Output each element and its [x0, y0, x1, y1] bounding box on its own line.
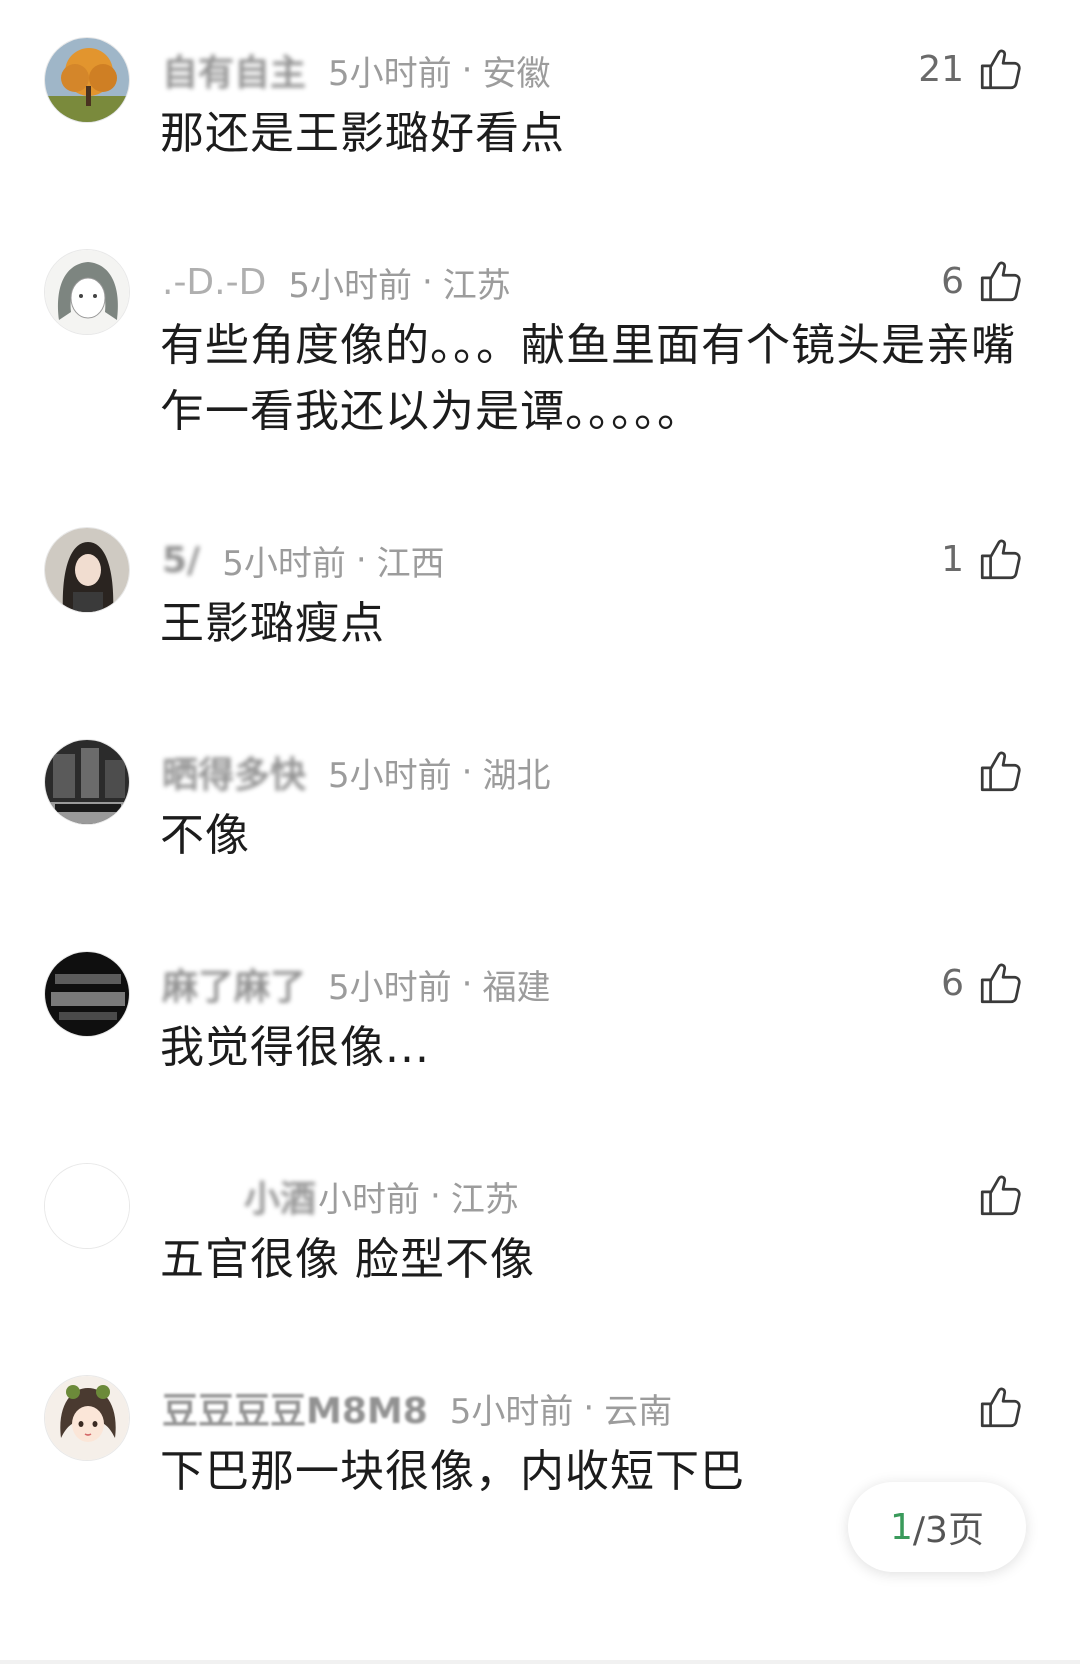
user-avatar[interactable]	[44, 951, 130, 1037]
blank-avatar-image	[45, 1164, 129, 1248]
separator-dot: ·	[421, 262, 433, 302]
comment-list: 自有自主 5小时前 · 安徽 21 那还是王影璐好看点 .-D.-D 5小时前 …	[0, 0, 1080, 1664]
username[interactable]: 5/	[162, 540, 200, 581]
comment-text: 我觉得很像...	[160, 1022, 430, 1073]
user-avatar[interactable]	[44, 37, 130, 123]
comment-text: 不像	[160, 810, 250, 861]
page-indicator[interactable]: 1/3页	[848, 1482, 1026, 1572]
comment-meta: 麻了麻了 5小时前 · 福建	[162, 959, 550, 1009]
separator-dot: ·	[461, 50, 473, 90]
comment-location: 云南	[604, 1391, 673, 1432]
comment-text: 那还是王影璐好看点	[160, 108, 565, 159]
comment-meta: .-D.-D 5小时前 · 江苏	[162, 257, 511, 307]
pager-current: 1	[890, 1506, 913, 1548]
comment-time: 5小时前	[449, 1391, 574, 1432]
text-logo-avatar-image	[45, 952, 129, 1036]
comment-meta: 自有自主 5小时前 · 安徽	[162, 45, 550, 95]
like-button[interactable]: 21	[918, 39, 1026, 99]
like-button[interactable]	[964, 741, 1026, 801]
like-button[interactable]	[964, 1165, 1026, 1225]
comment-meta: 豆豆豆豆M8M8 5小时前 · 云南	[162, 1383, 672, 1433]
comment-location: 福建	[482, 967, 551, 1008]
comment-time: 小时前	[318, 1179, 421, 1220]
dark-street-avatar-image	[45, 740, 129, 824]
tree-avatar-image	[45, 38, 129, 122]
username[interactable]: 豆豆豆豆M8M8	[162, 1382, 428, 1434]
like-count: 21	[918, 48, 964, 90]
thumbs-up-icon[interactable]	[976, 44, 1026, 94]
comment-location: 江西	[376, 543, 445, 584]
user-avatar[interactable]	[44, 1163, 130, 1249]
thumbs-up-icon[interactable]	[976, 534, 1026, 584]
comment-time: 5小时前	[328, 967, 452, 1008]
like-button[interactable]: 6	[941, 251, 1026, 311]
comment-text: 五官很像 脸型不像	[160, 1234, 535, 1285]
username[interactable]: .-D.-D	[162, 262, 266, 303]
comment-location: 江苏	[450, 1179, 519, 1220]
bottom-divider	[0, 1660, 1080, 1664]
comment-location: 安徽	[482, 53, 551, 94]
username[interactable]: 晒得多快	[162, 746, 306, 798]
like-button[interactable]: 1	[941, 529, 1026, 589]
user-avatar[interactable]	[44, 527, 130, 613]
comment-time: 5小时前	[222, 543, 346, 584]
separator-dot: ·	[430, 1176, 441, 1216]
user-avatar[interactable]	[44, 249, 130, 335]
pager-total: /3页	[912, 1510, 984, 1551]
girl-photo-avatar-image	[45, 528, 129, 612]
user-avatar[interactable]	[44, 1375, 130, 1461]
comment-meta: 小酒 小时前 · 江苏	[244, 1171, 519, 1221]
username[interactable]: 小酒	[244, 1170, 316, 1222]
comment-time: 5小时前	[328, 755, 452, 796]
thumbs-up-icon[interactable]	[976, 256, 1026, 306]
like-button[interactable]: 6	[941, 953, 1026, 1013]
username[interactable]: 麻了麻了	[162, 958, 306, 1010]
separator-dot: ·	[583, 1388, 595, 1428]
comment-location: 江苏	[442, 265, 511, 306]
thumbs-up-icon[interactable]	[976, 958, 1026, 1008]
comment-location: 湖北	[482, 755, 551, 796]
comment-time: 5小时前	[328, 53, 452, 94]
comment-meta: 5/ 5小时前 · 江西	[162, 535, 445, 585]
like-count: 6	[941, 260, 964, 302]
comment-text: 有些角度像的。。。献鱼里面有个镜头是亲嘴 乍一看我还以为是谭。。。。。	[160, 320, 1016, 437]
thumbs-up-icon[interactable]	[976, 746, 1026, 796]
like-count: 1	[941, 538, 964, 580]
like-button[interactable]	[964, 1377, 1026, 1437]
comment-meta: 晒得多快 5小时前 · 湖北	[162, 747, 550, 797]
comment-time: 5小时前	[288, 265, 412, 306]
user-avatar[interactable]	[44, 739, 130, 825]
username[interactable]: 自有自主	[162, 44, 306, 96]
sketch-girl-avatar-image	[45, 250, 129, 334]
like-count: 6	[941, 962, 964, 1004]
cartoon-girl-avatar-image	[45, 1376, 129, 1460]
separator-dot: ·	[461, 752, 473, 792]
thumbs-up-icon[interactable]	[976, 1170, 1026, 1220]
separator-dot: ·	[461, 964, 473, 1004]
comment-text: 王影璐瘦点	[160, 598, 385, 649]
thumbs-up-icon[interactable]	[976, 1382, 1026, 1432]
separator-dot: ·	[355, 540, 367, 580]
